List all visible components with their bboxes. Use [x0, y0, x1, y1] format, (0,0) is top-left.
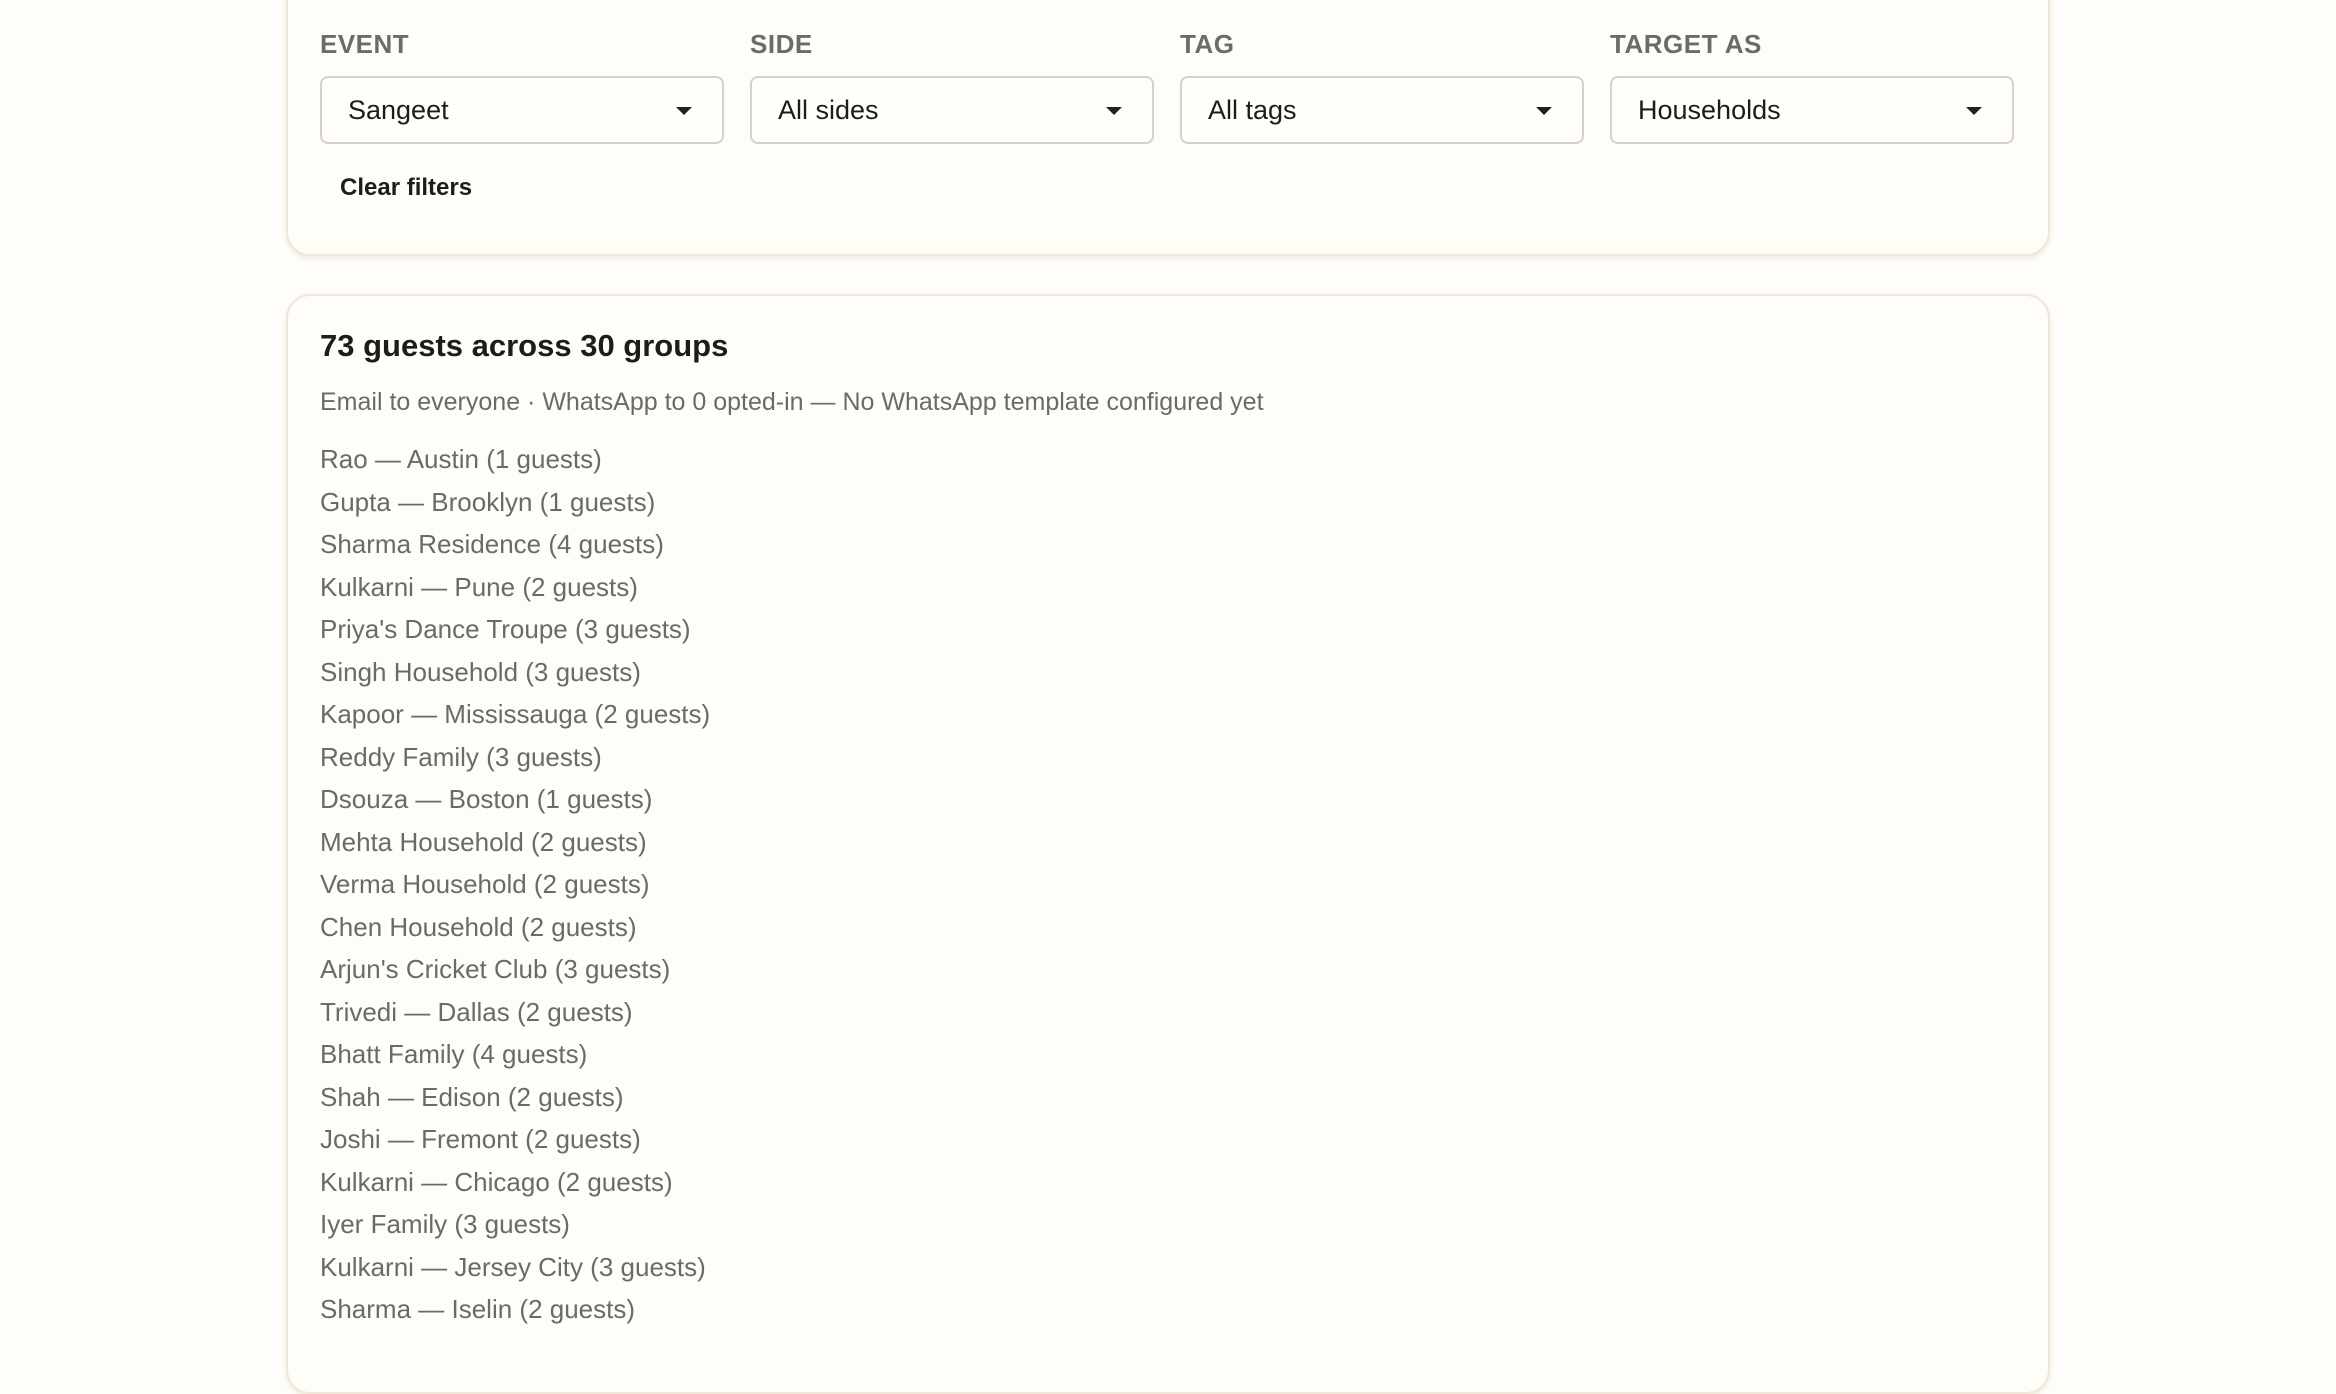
- chevron-down-icon: [1536, 107, 1552, 115]
- tag-filter-label: TAG: [1180, 29, 1235, 59]
- group-list-item: Iyer Family (3 guests): [320, 1209, 570, 1239]
- side-select[interactable]: All sides: [750, 76, 1154, 144]
- results-title: 73 guests across 30 groups: [320, 328, 729, 363]
- group-list-item: Kulkarni — Jersey City (3 guests): [320, 1251, 706, 1282]
- target-filter-label: TARGET AS: [1610, 29, 1762, 59]
- side-filter: SIDE All sides: [750, 28, 1154, 144]
- event-filter-label: EVENT: [320, 29, 410, 59]
- event-select[interactable]: Sangeet: [320, 76, 724, 144]
- side-select-value: All sides: [778, 94, 879, 125]
- target-select[interactable]: Households: [1610, 76, 2014, 144]
- results-subtitle: Email to everyone · WhatsApp to 0 opted-…: [320, 388, 1264, 416]
- group-list-item: Priya's Dance Troupe (3 guests): [320, 614, 691, 644]
- group-list: Rao — Austin (1 guests) Gupta — Brooklyn …: [320, 438, 710, 1331]
- group-list-item: Kulkarni — Pune (2 guests): [320, 571, 638, 602]
- tag-select-value: All tags: [1208, 94, 1297, 125]
- group-list-item: Rao — Austin (1 guests): [320, 444, 602, 474]
- group-list-item: Dsouza — Boston (1 guests): [320, 784, 653, 814]
- chevron-down-icon: [1966, 107, 1982, 115]
- filters-card: EVENT Sangeet SIDE All sides TAG All tag…: [286, 0, 2050, 256]
- group-list-item: Reddy Family (3 guests): [320, 741, 602, 772]
- tag-filter: TAG All tags: [1180, 28, 1584, 144]
- group-list-item: Gupta — Brooklyn (1 guests): [320, 486, 656, 517]
- group-list-item: Arjun's Cricket Club (3 guests): [320, 954, 671, 984]
- group-list-item: Trivedi — Dallas (2 guests): [320, 996, 633, 1027]
- group-list-item: Singh Household (3 guests): [320, 656, 641, 687]
- group-list-item: Joshi — Fremont (2 guests): [320, 1124, 641, 1154]
- event-select-value: Sangeet: [348, 94, 449, 125]
- group-list-item: Kapoor — Mississauga (2 guests): [320, 699, 711, 729]
- group-list-item: Mehta Household (2 guests): [320, 826, 647, 857]
- group-list-item: Kulkarni — Chicago (2 guests): [320, 1166, 673, 1197]
- group-list-item: Bhatt Family (4 guests): [320, 1039, 588, 1069]
- tag-select[interactable]: All tags: [1180, 76, 1584, 144]
- group-list-item: Sharma Residence (4 guests): [320, 529, 664, 559]
- group-list-item: Chen Household (2 guests): [320, 911, 637, 942]
- group-list-item: Verma Household (2 guests): [320, 869, 650, 899]
- results-card: 73 guests across 30 groups Email to ever…: [286, 294, 2050, 1394]
- side-filter-label: SIDE: [750, 29, 813, 59]
- group-list-item: Shah — Edison (2 guests): [320, 1081, 624, 1112]
- target-filter: TARGET AS Households: [1610, 28, 2014, 144]
- event-filter: EVENT Sangeet: [320, 28, 724, 144]
- clear-filters-button[interactable]: Clear filters: [340, 174, 472, 202]
- chevron-down-icon: [676, 107, 692, 115]
- group-list-item: Sharma — Iselin (2 guests): [320, 1294, 636, 1324]
- target-select-value: Households: [1638, 94, 1781, 125]
- chevron-down-icon: [1106, 107, 1122, 115]
